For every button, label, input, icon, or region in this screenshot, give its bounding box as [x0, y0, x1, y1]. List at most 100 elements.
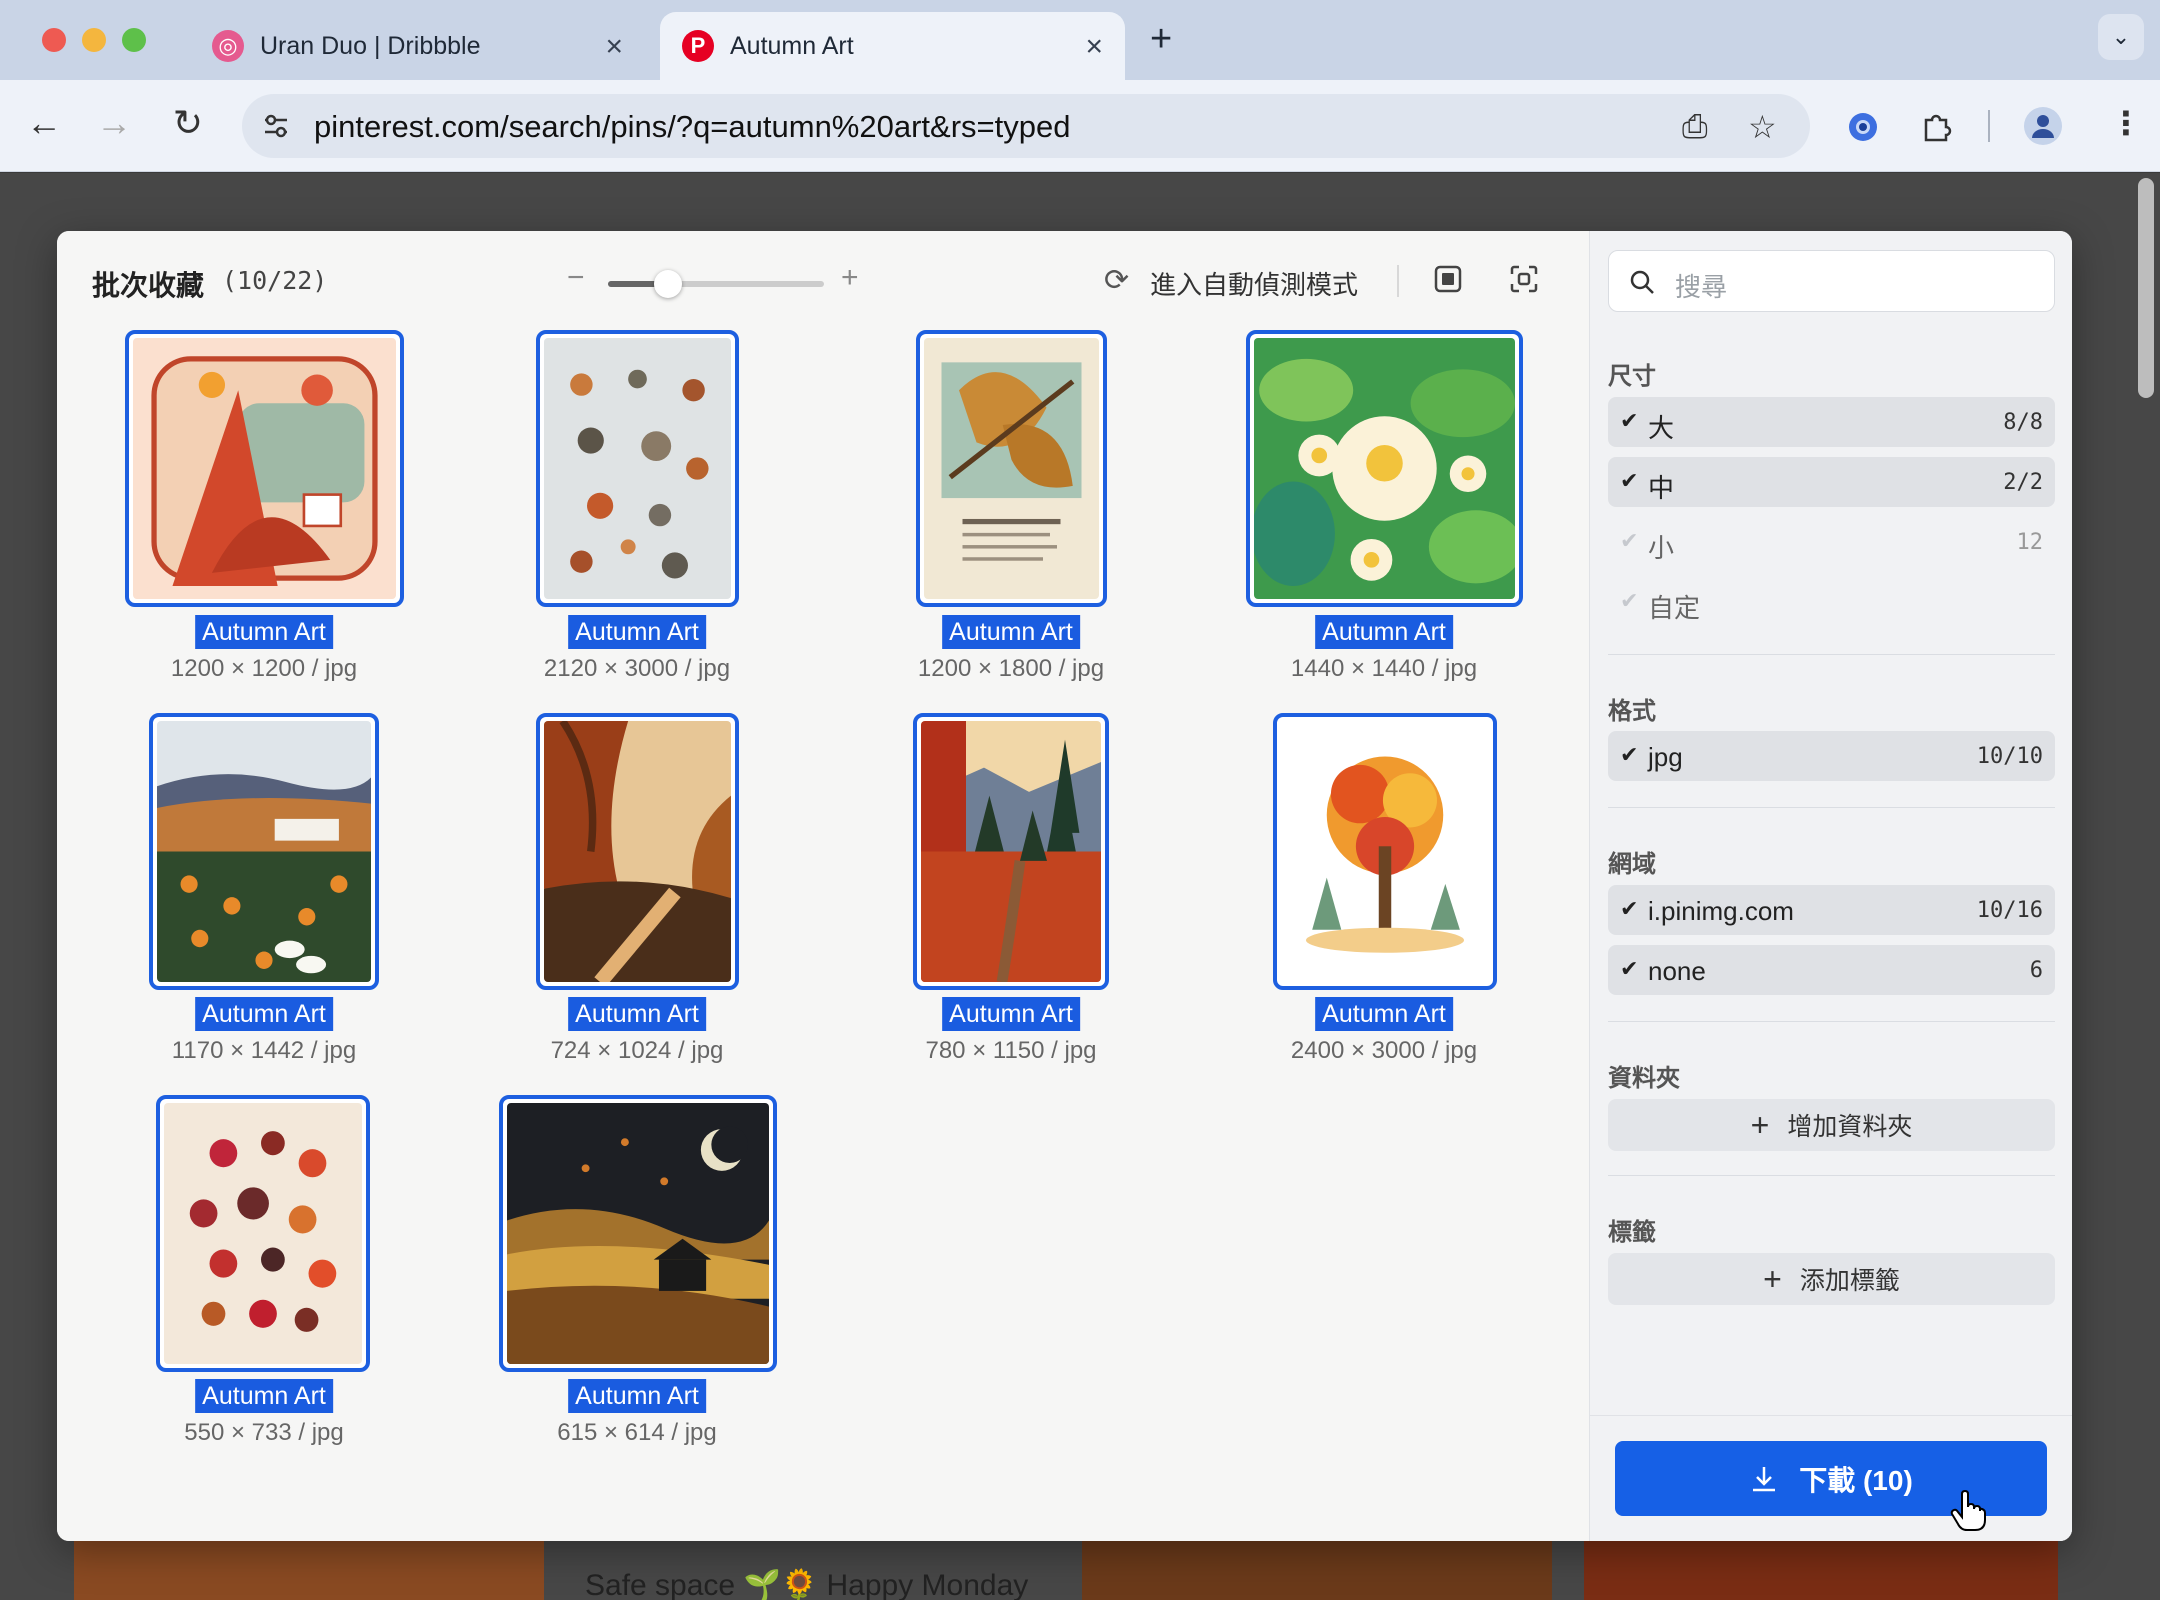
- image-meta: 1200 × 1200 / jpg: [170, 655, 358, 682]
- extensions-puzzle-icon[interactable]: [1920, 110, 1954, 144]
- image-caption: Autumn Art: [195, 997, 333, 1031]
- image-thumbnail[interactable]: [156, 1095, 370, 1372]
- tab-dribbble[interactable]: ◎ Uran Duo | Dribbble ×: [190, 12, 645, 80]
- close-tab-icon[interactable]: ×: [1085, 30, 1103, 64]
- image-thumbnail[interactable]: [536, 713, 739, 990]
- check-icon: ✔: [1620, 408, 1639, 433]
- toolbar-divider: [1397, 265, 1399, 297]
- option-label: none: [1648, 956, 1706, 986]
- close-tab-icon[interactable]: ×: [605, 30, 623, 64]
- toolbar-divider: [1988, 110, 1990, 142]
- check-icon: ✔: [1620, 742, 1639, 767]
- add-folder-button[interactable]: + 增加資料夾: [1608, 1099, 2055, 1151]
- hand-cursor-icon: [1950, 1490, 1986, 1531]
- domain-option-pinimg[interactable]: ✔ i.pinimg.com 10/16: [1608, 885, 2055, 935]
- tab-bar: ◎ Uran Duo | Dribbble × P Autumn Art × +…: [0, 0, 2160, 80]
- background-pin[interactable]: [1082, 1540, 1552, 1600]
- format-option-jpg[interactable]: ✔ jpg 10/10: [1608, 731, 2055, 781]
- autumn-illustration-image: [133, 338, 396, 599]
- size-option-custom[interactable]: ✔ 自定: [1608, 577, 2055, 627]
- check-icon: ✔: [1620, 896, 1639, 921]
- url-text: pinterest.com/search/pins/?q=autumn%20ar…: [314, 109, 1071, 144]
- tags-heading: 標籤: [1608, 1219, 1656, 1246]
- option-label: 小: [1648, 533, 1675, 563]
- vintage-leaf-print-image: [924, 338, 1099, 599]
- search-input[interactable]: 搜尋: [1608, 250, 2055, 312]
- reload-icon[interactable]: ↻: [164, 102, 212, 144]
- refresh-icon[interactable]: ⟳: [1104, 263, 1129, 298]
- download-label: 下載 (10): [1799, 1464, 1913, 1496]
- zoom-slider-thumb[interactable]: [654, 270, 682, 298]
- image-meta: 1440 × 1440 / jpg: [1290, 655, 1478, 682]
- image-grid-panel: 批次收藏 (10/22) − + ⟳ 進入自動偵測模式 Autumn Art 1…: [57, 231, 1589, 1541]
- zoom-slider[interactable]: [608, 270, 824, 298]
- close-window-button[interactable]: [42, 28, 66, 52]
- dribbble-icon: ◎: [212, 30, 244, 62]
- image-caption: Autumn Art: [195, 615, 333, 649]
- search-icon: [1630, 270, 1654, 294]
- selection-count: (10/22): [222, 266, 328, 295]
- format-heading: 格式: [1608, 698, 1656, 725]
- check-icon: ✔: [1620, 588, 1639, 613]
- image-thumbnail[interactable]: [1273, 713, 1497, 990]
- back-icon[interactable]: ←: [20, 102, 68, 144]
- image-caption: Autumn Art: [568, 615, 706, 649]
- size-option-large[interactable]: ✔ 大 8/8: [1608, 397, 2055, 447]
- green-leaves-flowers-image: [1254, 338, 1515, 599]
- capture-region-icon[interactable]: [1509, 264, 1539, 294]
- pinterest-icon: P: [682, 30, 714, 62]
- image-thumbnail[interactable]: [149, 713, 379, 990]
- image-caption: Autumn Art: [1315, 615, 1453, 649]
- download-icon: [1753, 1466, 1776, 1491]
- select-element-icon[interactable]: [1433, 264, 1463, 294]
- background-pin[interactable]: [1584, 1540, 2058, 1600]
- address-bar[interactable]: pinterest.com/search/pins/?q=autumn%20ar…: [242, 94, 1810, 158]
- zoom-out-button[interactable]: −: [567, 261, 585, 295]
- tab-autumn-art[interactable]: P Autumn Art ×: [660, 12, 1125, 80]
- domain-option-none[interactable]: ✔ none 6: [1608, 945, 2055, 995]
- option-label: i.pinimg.com: [1648, 896, 1794, 926]
- watercolor-tree-image: [1281, 721, 1489, 982]
- new-tab-button[interactable]: +: [1150, 18, 1172, 61]
- forward-icon[interactable]: →: [90, 102, 138, 144]
- add-tag-button[interactable]: + 添加標籤: [1608, 1253, 2055, 1305]
- image-caption: Autumn Art: [568, 997, 706, 1031]
- image-thumbnail[interactable]: [913, 713, 1109, 990]
- minimize-window-button[interactable]: [82, 28, 106, 52]
- size-option-small[interactable]: ✔ 小 12: [1608, 517, 2055, 567]
- profile-avatar-icon[interactable]: [2024, 107, 2062, 145]
- pressed-leaves-image: [164, 1103, 362, 1364]
- auto-detect-mode-button[interactable]: 進入自動偵測模式: [1150, 265, 1358, 302]
- image-thumbnail[interactable]: [536, 330, 739, 607]
- size-option-medium[interactable]: ✔ 中 2/2: [1608, 457, 2055, 507]
- check-icon: ✔: [1620, 956, 1639, 981]
- google-lens-icon[interactable]: [1846, 110, 1880, 144]
- bookmark-star-icon[interactable]: ☆: [1748, 108, 1777, 146]
- option-count: 2/2: [2003, 470, 2043, 495]
- chrome-menu-icon[interactable]: ⋮: [2110, 104, 2142, 142]
- section-divider: [1608, 1021, 2055, 1022]
- option-count: 6: [2029, 958, 2043, 983]
- image-thumbnail[interactable]: [125, 330, 404, 607]
- option-label: 自定: [1648, 593, 1701, 623]
- section-divider: [1608, 654, 2055, 655]
- browser-toolbar: ← → ↻ pinterest.com/search/pins/?q=autum…: [0, 80, 2160, 172]
- option-count: 12: [2016, 530, 2044, 555]
- image-thumbnail[interactable]: [499, 1095, 777, 1372]
- filter-sidebar: 搜尋 尺寸 ✔ 大 8/8 ✔ 中 2/2 ✔ 小 12 ✔ 自定 格式 ✔ j…: [1589, 231, 2072, 1541]
- option-count: 8/8: [2003, 410, 2043, 435]
- background-pin[interactable]: [74, 1540, 544, 1600]
- tab-search-chevron-icon[interactable]: ⌄: [2098, 14, 2144, 60]
- image-meta: 2400 × 3000 / jpg: [1290, 1037, 1478, 1064]
- site-settings-icon[interactable]: [260, 110, 292, 142]
- autumn-farm-geese-image: [157, 721, 371, 982]
- install-app-icon[interactable]: ⎙: [1682, 108, 1708, 146]
- page-scrollbar[interactable]: [2138, 178, 2154, 398]
- folder-heading: 資料夾: [1608, 1065, 1680, 1092]
- add-folder-label: 增加資料夾: [1787, 1113, 1913, 1141]
- image-caption: Autumn Art: [942, 615, 1080, 649]
- zoom-in-button[interactable]: +: [841, 261, 859, 295]
- image-thumbnail[interactable]: [916, 330, 1107, 607]
- image-thumbnail[interactable]: [1246, 330, 1523, 607]
- maximize-window-button[interactable]: [122, 28, 146, 52]
